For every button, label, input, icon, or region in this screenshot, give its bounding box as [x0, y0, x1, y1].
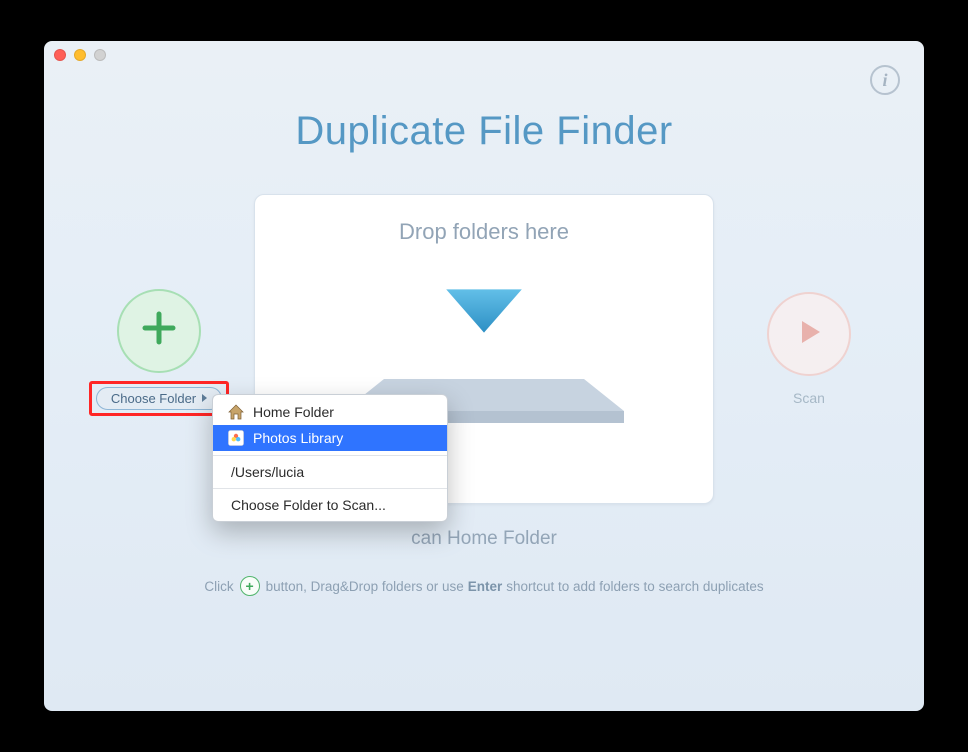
menu-item-photos-library[interactable]: Photos Library — [213, 425, 447, 451]
choose-folder-button[interactable]: Choose Folder — [96, 387, 222, 410]
info-button[interactable]: i — [870, 65, 900, 95]
app-title: Duplicate File Finder — [44, 109, 924, 154]
menu-item-home-folder[interactable]: Home Folder — [213, 399, 447, 425]
minimize-window-button[interactable] — [74, 49, 86, 61]
close-window-button[interactable] — [54, 49, 66, 61]
hint-text: Click + button, Drag&Drop folders or use… — [44, 576, 924, 596]
right-column: Scan — [744, 292, 874, 406]
drop-area-title: Drop folders here — [399, 219, 569, 245]
choose-folder-menu: Home Folder Photos Library /Users/lucia — [212, 394, 448, 522]
subtitle-text: can Home Folder — [44, 528, 924, 550]
plus-icon: + — [240, 576, 260, 596]
menu-item-label: Home Folder — [253, 404, 334, 420]
menu-item-recent-path[interactable]: /Users/lucia — [213, 460, 447, 484]
app-window: i Duplicate File Finder Choose Folder — [44, 41, 924, 711]
menu-item-label: Photos Library — [253, 430, 343, 446]
photos-icon — [227, 429, 245, 447]
menu-item-label: Choose Folder to Scan... — [231, 497, 386, 513]
scan-button[interactable] — [767, 292, 851, 376]
home-icon — [227, 403, 245, 421]
menu-item-label: /Users/lucia — [231, 464, 304, 480]
menu-item-choose-folder-to-scan[interactable]: Choose Folder to Scan... — [213, 493, 447, 517]
chevron-right-icon — [201, 391, 209, 406]
menu-separator — [213, 488, 447, 489]
choose-folder-label: Choose Folder — [111, 391, 196, 406]
zoom-window-button[interactable] — [94, 49, 106, 61]
hint-mid: button, Drag&Drop folders or use — [266, 579, 464, 594]
hint-suffix: shortcut to add folders to search duplic… — [506, 579, 763, 594]
titlebar — [44, 41, 924, 69]
plus-icon — [139, 308, 179, 353]
window-controls — [54, 49, 106, 61]
scan-label: Scan — [793, 390, 825, 406]
main-content: Choose Folder Drop folders here — [44, 194, 924, 504]
info-icon: i — [882, 70, 887, 91]
drop-arrow-icon — [439, 281, 529, 341]
hint-bold: Enter — [468, 579, 503, 594]
left-column: Choose Folder — [94, 289, 224, 410]
menu-separator — [213, 455, 447, 456]
hint-prefix: Click — [204, 579, 233, 594]
add-folder-button[interactable] — [117, 289, 201, 373]
play-icon — [793, 316, 825, 353]
